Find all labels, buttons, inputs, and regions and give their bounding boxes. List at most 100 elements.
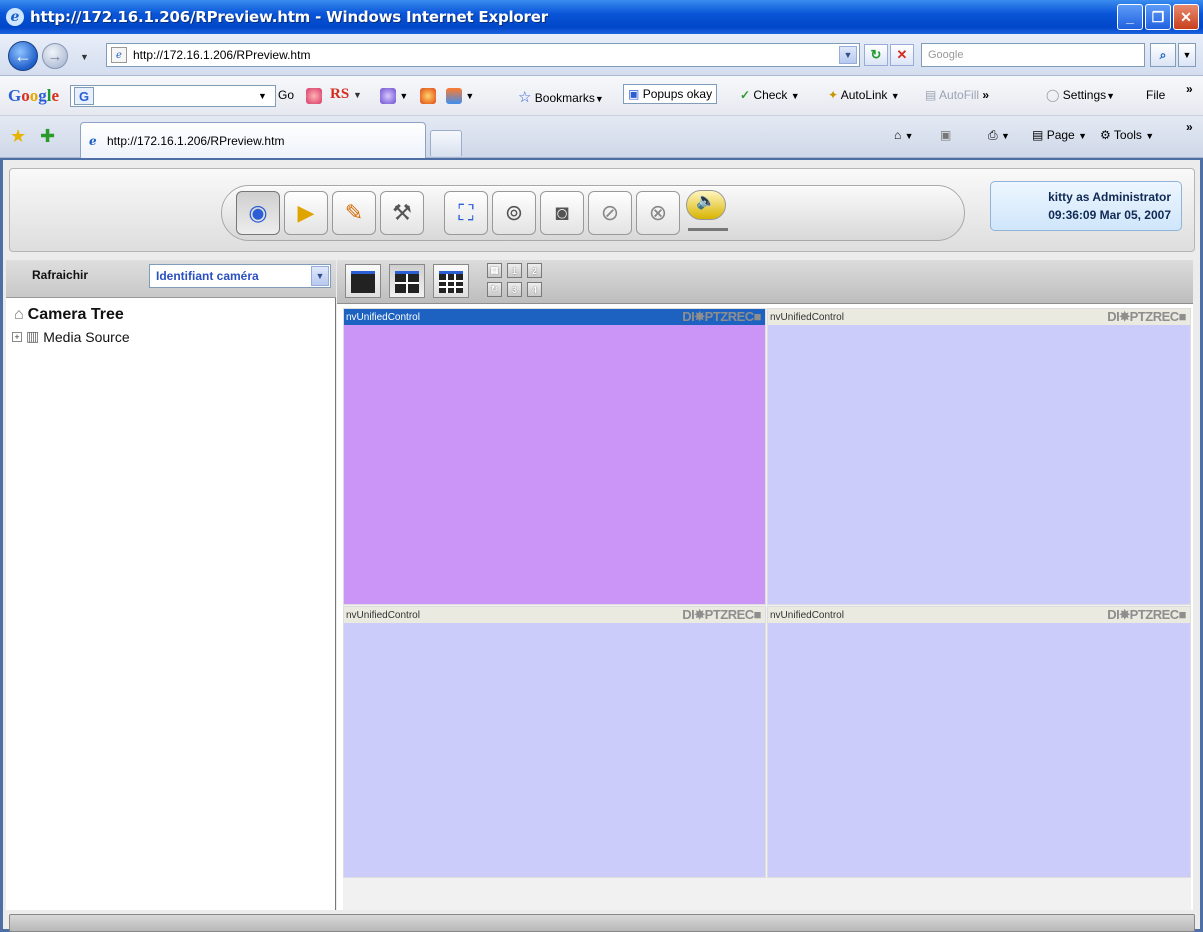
rs-button[interactable]: RS ▼ bbox=[330, 86, 362, 103]
volume-slider[interactable] bbox=[688, 228, 728, 231]
video-cell[interactable]: nvUnifiedControl DI✸PTZREC■ bbox=[767, 308, 1191, 605]
google-logo: Google bbox=[8, 86, 60, 105]
maximize-button[interactable]: ❐ bbox=[1145, 4, 1171, 30]
page-menu[interactable]: ▤ Page ▼ bbox=[1032, 128, 1087, 142]
home-tree-icon: ⌂ bbox=[14, 306, 24, 323]
autofill-label: AutoFill bbox=[939, 88, 980, 102]
record-tape-icon[interactable]: ⊚ bbox=[492, 191, 536, 235]
minimize-button[interactable]: _ bbox=[1117, 4, 1143, 30]
audio-speaker-icon[interactable]: 🔈 bbox=[686, 190, 726, 220]
back-button[interactable]: ← bbox=[8, 41, 38, 71]
google-search-dropdown-icon[interactable]: ▼ bbox=[258, 91, 267, 101]
page-icon-small: ▤ bbox=[1032, 128, 1044, 142]
video-cell[interactable]: nvUnifiedControl DI✸PTZREC■ bbox=[343, 308, 766, 605]
tab-overflow-chevron-icon[interactable]: » bbox=[1186, 120, 1193, 134]
search-dropdown-icon[interactable]: ▼ bbox=[1178, 43, 1196, 67]
binoculars-off-icon[interactable]: ⊗ bbox=[636, 191, 680, 235]
stop-icon[interactable]: ✕ bbox=[890, 44, 914, 66]
file-menu[interactable]: File bbox=[1146, 88, 1165, 102]
google-search-input[interactable] bbox=[70, 85, 276, 107]
snapshot-camera-icon[interactable]: ◙ bbox=[540, 191, 584, 235]
tab-label: http://172.16.1.206/RPreview.htm bbox=[107, 133, 285, 148]
spellcheck-icon[interactable]: ▼ bbox=[380, 88, 408, 104]
chevron-down-icon[interactable]: ▼ bbox=[311, 266, 329, 286]
page-2-button[interactable]: 2 bbox=[527, 263, 542, 278]
popups-label: Popups okay bbox=[642, 87, 713, 101]
bookmarks-button[interactable]: ☆ Bookmarks▼ bbox=[518, 88, 604, 106]
video-cell-header: nvUnifiedControl DI✸PTZREC■ bbox=[344, 309, 765, 325]
page-4-label: 4 bbox=[531, 284, 537, 295]
settings-label: Settings bbox=[1062, 88, 1107, 102]
search-input[interactable]: Google bbox=[921, 43, 1145, 67]
add-favorites-icon[interactable]: ✚ bbox=[40, 126, 55, 147]
address-dropdown-icon[interactable]: ▼ bbox=[839, 46, 857, 64]
history-dropdown-icon[interactable]: ▼ bbox=[80, 52, 89, 62]
layout-3x3-button[interactable] bbox=[433, 264, 469, 298]
video-cell-header: nvUnifiedControl DI✸PTZREC■ bbox=[344, 607, 765, 623]
camera-id-select[interactable]: Identifiant caméra ▼ bbox=[149, 264, 331, 288]
file-label: File bbox=[1146, 88, 1166, 102]
page-4-button[interactable]: 4 bbox=[527, 282, 542, 297]
close-button[interactable]: ✕ bbox=[1173, 4, 1199, 30]
favorites-star-icon[interactable]: ★ bbox=[10, 126, 26, 147]
print-icon[interactable]: ⎙ ▼ bbox=[988, 128, 1010, 143]
live-view-eye-icon[interactable]: ◉ bbox=[236, 191, 280, 235]
autofill-button[interactable]: ▤ AutoFill » bbox=[925, 88, 989, 102]
tools-label: Tools bbox=[1113, 128, 1142, 142]
check-label: Check bbox=[753, 88, 788, 102]
cycle-icon[interactable]: ↻ bbox=[487, 282, 502, 297]
feeds-icon[interactable]: ▣ bbox=[940, 128, 951, 142]
popups-button[interactable]: ▣ Popups okay bbox=[623, 84, 718, 104]
tree-toolbar: Rafraichir Identifiant caméra ▼ bbox=[6, 260, 336, 298]
search-icon[interactable]: ⌕ bbox=[1150, 43, 1176, 67]
page-3-label: 3 bbox=[511, 284, 517, 295]
autolink-button[interactable]: ✦ AutoLink ▼ bbox=[828, 88, 900, 102]
video-cell[interactable]: nvUnifiedControl DI✸PTZREC■ bbox=[343, 606, 766, 878]
google-g-icon[interactable]: G bbox=[74, 87, 94, 105]
spellcheck-abc-icon: ✓ bbox=[740, 88, 751, 102]
refresh-button[interactable]: Rafraichir bbox=[14, 264, 142, 288]
video-cell-controls[interactable]: DI✸PTZREC■ bbox=[682, 607, 761, 623]
fullscreen-icon[interactable]: ⛶ bbox=[444, 191, 488, 235]
wand-icon: ✦ bbox=[828, 88, 839, 102]
status-bar bbox=[9, 914, 1195, 932]
settings-button[interactable]: ◯ Settings▼ bbox=[1046, 88, 1115, 102]
new-tab-button[interactable] bbox=[430, 130, 462, 156]
tab-ie-icon: e bbox=[89, 133, 97, 148]
playback-film-icon[interactable]: ▶ bbox=[284, 191, 328, 235]
expand-plus-icon[interactable]: + bbox=[12, 331, 22, 342]
setup-hammer-icon[interactable]: ⚒ bbox=[380, 191, 424, 235]
page-3-button[interactable]: 3 bbox=[507, 282, 522, 297]
video-cell-header: nvUnifiedControl DI✸PTZREC■ bbox=[768, 309, 1190, 325]
camera-off-icon[interactable]: ⊘ bbox=[588, 191, 632, 235]
bookmarks-label: Bookmarks bbox=[534, 91, 595, 105]
layout-4x4-icon[interactable]: ▦ bbox=[487, 263, 502, 278]
tree-title: ⌂ Camera Tree bbox=[14, 306, 124, 324]
layout-2x2-button[interactable] bbox=[389, 264, 425, 298]
video-cell[interactable]: nvUnifiedControl DI✸PTZREC■ bbox=[767, 606, 1191, 878]
tree-item-media-source[interactable]: + ▥ Media Source bbox=[12, 328, 130, 345]
tools-menu[interactable]: ⚙ Tools ▼ bbox=[1100, 128, 1154, 142]
home-icon[interactable]: ⌂ ▼ bbox=[894, 128, 914, 142]
refresh-icon[interactable]: ↻ bbox=[864, 44, 888, 66]
map-icon[interactable]: ✎ bbox=[332, 191, 376, 235]
address-input[interactable]: e http://172.16.1.206/RPreview.htm ▼ bbox=[106, 43, 860, 67]
check-button[interactable]: ✓ Check ▼ bbox=[740, 88, 800, 102]
settings-circle-icon: ◯ bbox=[1046, 88, 1060, 102]
pagerank-icon[interactable] bbox=[306, 88, 322, 104]
news-icon[interactable]: ▼ bbox=[446, 88, 474, 104]
video-grid: nvUnifiedControl DI✸PTZREC■ nvUnifiedCon… bbox=[343, 308, 1191, 910]
video-cell-controls[interactable]: DI✸PTZREC■ bbox=[1107, 309, 1186, 325]
forward-button[interactable]: → bbox=[42, 43, 68, 69]
video-cell-header: nvUnifiedControl DI✸PTZREC■ bbox=[768, 607, 1190, 623]
page-1-button[interactable]: 1 bbox=[507, 263, 522, 278]
camera-tree-pane: Rafraichir Identifiant caméra ▼ ⌂ Camera… bbox=[6, 260, 336, 910]
video-cell-controls[interactable]: DI✸PTZREC■ bbox=[1107, 607, 1186, 623]
layout-1x1-button[interactable] bbox=[345, 264, 381, 298]
highlight-icon[interactable] bbox=[420, 88, 436, 104]
page-label: Page bbox=[1046, 128, 1075, 142]
overflow-chevron-icon[interactable]: » bbox=[1186, 82, 1193, 96]
video-cell-controls[interactable]: DI✸PTZREC■ bbox=[682, 309, 761, 325]
tab-rpreview[interactable]: e http://172.16.1.206/RPreview.htm bbox=[80, 122, 426, 158]
go-button[interactable]: Go bbox=[278, 88, 294, 102]
